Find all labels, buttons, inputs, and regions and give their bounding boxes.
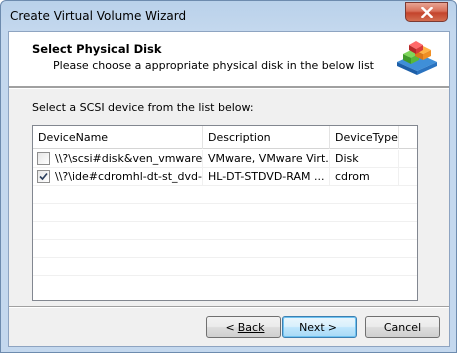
next-arrow: >: [327, 320, 337, 334]
page-title: Select Physical Disk: [32, 42, 162, 56]
empty-row: [33, 258, 417, 276]
instruction-label: Select a SCSI device from the list below…: [32, 101, 254, 114]
cell-device-name: \\?\scsi#disk&ven_vmware...: [55, 150, 203, 168]
close-icon: [420, 6, 433, 18]
next-button[interactable]: Next >: [282, 316, 357, 338]
wizard-client-area: Select Physical Disk Please choose a app…: [8, 31, 450, 347]
empty-row: [33, 240, 417, 258]
next-button-label: Next: [299, 320, 325, 334]
wizard-window: Create Virtual Volume Wizard Select Phys…: [0, 0, 457, 353]
cell-device-name: \\?\ide#cdromhl-dt-st_dvd-r...: [55, 168, 203, 186]
table-row[interactable]: \\?\ide#cdromhl-dt-st_dvd-r... HL-DT-STD…: [33, 168, 417, 186]
row-checkbox[interactable]: [37, 152, 50, 165]
checkmark-icon: [39, 172, 48, 181]
header-divider: [9, 87, 449, 89]
empty-row: [33, 222, 417, 240]
close-button[interactable]: [405, 2, 448, 22]
cell-description: VMware, VMware Virt...: [203, 150, 330, 168]
column-header-description[interactable]: Description: [203, 126, 330, 149]
back-arrow: <: [225, 320, 235, 334]
empty-row: [33, 276, 417, 294]
page-subtitle: Please choose a appropriate physical dis…: [53, 59, 374, 72]
row-checkbox-checked[interactable]: [37, 170, 50, 183]
cancel-button[interactable]: Cancel: [365, 316, 440, 338]
scsi-device-list[interactable]: DeviceName Description DeviceType \\?\sc…: [32, 125, 418, 301]
list-header: DeviceName Description DeviceType: [33, 126, 417, 149]
empty-row: [33, 186, 417, 204]
cancel-button-label: Cancel: [383, 320, 422, 334]
cell-device-type: Disk: [330, 150, 399, 168]
back-button-label: Back: [237, 320, 265, 334]
empty-row: [33, 204, 417, 222]
table-row[interactable]: \\?\scsi#disk&ven_vmware... VMware, VMwa…: [33, 150, 417, 168]
back-button[interactable]: < Back: [206, 316, 281, 338]
wizard-header: Select Physical Disk Please choose a app…: [9, 32, 449, 87]
column-header-devicename[interactable]: DeviceName: [33, 126, 203, 149]
cell-device-type: cdrom: [330, 168, 399, 186]
footer-divider: [9, 306, 449, 308]
stacked-cubes-icon: [397, 41, 437, 75]
cell-description: HL-DT-STDVD-RAM ...: [203, 168, 330, 186]
window-title: Create Virtual Volume Wizard: [10, 9, 187, 23]
column-header-devicetype[interactable]: DeviceType: [330, 126, 399, 149]
title-bar[interactable]: Create Virtual Volume Wizard: [1, 1, 456, 31]
